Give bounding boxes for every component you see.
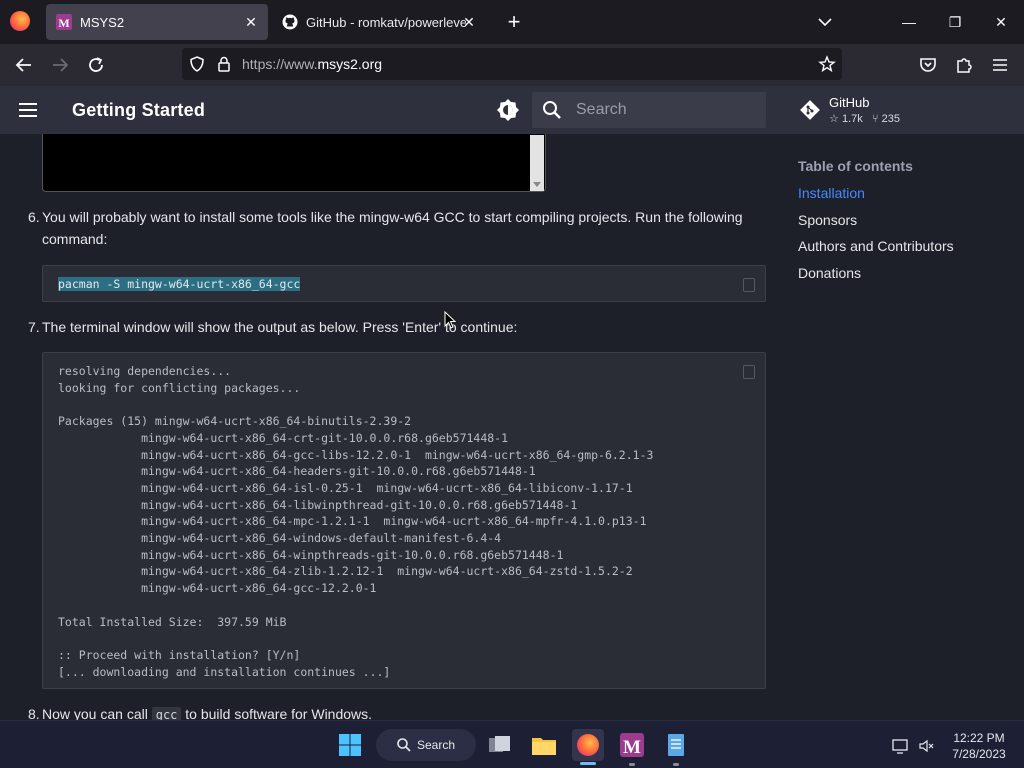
copy-icon[interactable]: [743, 365, 755, 379]
notepad-icon[interactable]: [660, 729, 692, 761]
step-8-text: Now you can call gcc to build software f…: [42, 703, 772, 720]
page-title: Getting Started: [72, 100, 206, 120]
forward-icon[interactable]: [48, 53, 72, 77]
close-window-icon[interactable]: ✕: [987, 8, 1015, 36]
start-windows-icon[interactable]: [334, 729, 366, 761]
toc-item-donations[interactable]: Donations: [798, 265, 861, 281]
github-forks: 235: [881, 113, 900, 125]
toc-item-installation[interactable]: Installation: [798, 185, 865, 201]
git-icon: [800, 100, 820, 120]
site-header: Getting Started Search GitHub ☆ 1.7k ⑂ 2…: [0, 86, 1024, 134]
svg-text:M: M: [58, 16, 69, 30]
taskbar-search-button[interactable]: Search: [376, 729, 476, 761]
volume-muted-icon[interactable]: [917, 737, 935, 755]
msys2-taskbar-icon[interactable]: M: [616, 729, 648, 761]
back-icon[interactable]: [12, 53, 36, 77]
tab-title: GitHub - romkatv/powerlevel10k: [306, 15, 466, 30]
clock-date: 7/28/2023: [952, 747, 1006, 761]
github-favicon-icon: [282, 14, 298, 30]
copy-icon[interactable]: [743, 278, 755, 292]
new-tab-icon[interactable]: +: [504, 11, 524, 33]
theme-toggle-icon[interactable]: [496, 98, 520, 122]
toc-title: Table of contents: [798, 158, 913, 174]
toc-item-sponsors[interactable]: Sponsors: [798, 212, 857, 228]
active-app-indicator: [580, 762, 596, 765]
search-icon: [543, 101, 561, 119]
inline-code-gcc: gcc: [151, 707, 182, 720]
extensions-puzzle-icon[interactable]: [952, 53, 976, 77]
bookmark-star-icon[interactable]: [818, 55, 836, 73]
tab-github[interactable]: GitHub - romkatv/powerlevel10k ✕: [272, 4, 486, 40]
menu-icon[interactable]: [18, 100, 38, 120]
fork-icon: ⑂: [871, 113, 879, 125]
msys2-favicon-icon: M: [56, 14, 72, 30]
windows-taskbar: Search M 12:22 PM 7/28/2023: [0, 720, 1024, 768]
network-display-icon[interactable]: [891, 737, 909, 755]
scrollbar[interactable]: [530, 135, 544, 191]
pacman-command: pacman -S mingw-w64-ucrt-x86_64-gcc: [58, 277, 301, 291]
app-menu-icon[interactable]: [988, 53, 1012, 77]
tab-msys2[interactable]: M MSYS2 ✕: [46, 4, 268, 40]
close-tab-icon[interactable]: ✕: [242, 13, 260, 31]
task-view-icon[interactable]: [484, 729, 516, 761]
close-tab-icon[interactable]: ✕: [460, 13, 478, 31]
firefox-view-icon[interactable]: [10, 11, 30, 31]
search-icon: [397, 738, 411, 752]
step-6: 6. You will probably want to install som…: [28, 206, 743, 247]
clock-time: 12:22 PM: [953, 731, 1005, 745]
file-explorer-icon[interactable]: [528, 729, 560, 761]
step-7: 7. The terminal window will show the out…: [28, 316, 517, 338]
toc-item-authors[interactable]: Authors and Contributors: [798, 238, 954, 254]
step-8: 8. Now you can call gcc to build softwar…: [28, 703, 372, 720]
github-stats: ☆ 1.7k ⑂ 235: [829, 112, 900, 125]
code-block-pacman[interactable]: pacman -S mingw-w64-ucrt-x86_64-gcc: [42, 265, 766, 302]
taskbar-clock[interactable]: 12:22 PM 7/28/2023: [944, 730, 1014, 762]
step-6-text: You will probably want to install some t…: [42, 209, 743, 247]
url-text: https://www.msys2.org: [242, 56, 383, 72]
pocket-icon[interactable]: [916, 53, 940, 77]
minimize-icon[interactable]: —: [895, 8, 923, 36]
svg-text:M: M: [623, 737, 641, 758]
running-indicator: [629, 763, 635, 766]
github-stars: 1.7k: [841, 113, 863, 125]
firefox-taskbar-icon[interactable]: [572, 729, 604, 761]
lock-icon[interactable]: [216, 55, 232, 73]
previous-screenshot-block: [42, 134, 546, 192]
star-icon: ☆: [829, 113, 839, 125]
address-bar[interactable]: https://www.msys2.org: [182, 48, 842, 80]
restore-icon[interactable]: ❐: [941, 8, 969, 36]
running-indicator: [673, 763, 679, 766]
reload-icon[interactable]: [84, 53, 108, 77]
terminal-output: resolving dependencies... looking for co…: [58, 364, 654, 679]
search-input[interactable]: Search: [532, 92, 766, 128]
main-content: 6. You will probably want to install som…: [0, 134, 1024, 720]
tab-title: MSYS2: [80, 15, 125, 30]
tracking-protection-shield-icon[interactable]: [188, 55, 206, 73]
github-label: GitHub: [829, 95, 870, 110]
mouse-cursor-icon: [444, 311, 456, 329]
list-all-tabs-chevron-icon[interactable]: [816, 13, 834, 31]
browser-tab-strip: M MSYS2 ✕ GitHub - romkatv/powerlevel10k…: [0, 0, 1024, 44]
code-block-output[interactable]: resolving dependencies... looking for co…: [42, 352, 766, 689]
search-placeholder: Search: [576, 101, 627, 118]
browser-navigation-bar: https://www.msys2.org: [0, 44, 1024, 86]
step-7-text: The terminal window will show the output…: [42, 319, 518, 335]
